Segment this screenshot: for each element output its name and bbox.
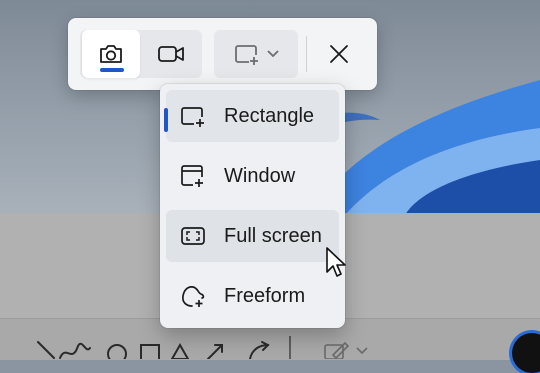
full-screen-snip-icon [180, 223, 206, 249]
capture-mode-group [80, 30, 202, 78]
menu-item-label: Window [224, 164, 296, 187]
rectangle-snip-icon [180, 103, 206, 129]
app-toolbar-separator [289, 336, 291, 359]
window-snip-icon [180, 163, 206, 189]
line-tool-icon [37, 341, 55, 359]
triangle-tool-icon [170, 342, 190, 359]
menu-item-label: Full screen [224, 224, 322, 247]
rectangle-snip-icon [234, 45, 258, 65]
video-camera-icon [158, 46, 184, 62]
menu-item-window[interactable]: Window [166, 150, 339, 202]
toolbar-separator [306, 36, 307, 72]
snipping-toolbar [68, 18, 377, 90]
menu-item-rectangle[interactable]: Rectangle [164, 90, 339, 142]
close-button[interactable] [314, 30, 364, 78]
close-icon [330, 45, 348, 63]
drawing-tools-row [37, 341, 270, 359]
mouse-pointer-icon [326, 247, 346, 277]
rectangle-tool-icon [140, 344, 160, 359]
menu-item-full-screen[interactable]: Full screen [166, 210, 339, 262]
selected-item-indicator [164, 108, 168, 132]
oval-tool-icon [107, 344, 127, 359]
chevron-down-icon [266, 50, 279, 58]
color-swatch[interactable] [512, 333, 540, 373]
snip-mode-video-button[interactable] [142, 30, 200, 78]
snip-mode-menu: Rectangle Window Full screen Freeform [160, 84, 345, 328]
pen-dropdown-icon [324, 341, 368, 359]
selected-mode-indicator [100, 68, 124, 72]
menu-item-label: Freeform [224, 284, 306, 307]
arrow-tool-icon [207, 344, 223, 359]
menu-item-freeform[interactable]: Freeform [166, 270, 339, 322]
curve-tool-icon [59, 342, 91, 359]
freeform-snip-icon [180, 283, 206, 309]
snip-shape-dropdown-button[interactable] [214, 30, 298, 78]
camera-icon [100, 45, 122, 63]
snip-mode-photo-button[interactable] [82, 30, 140, 78]
menu-item-label: Rectangle [224, 104, 315, 127]
